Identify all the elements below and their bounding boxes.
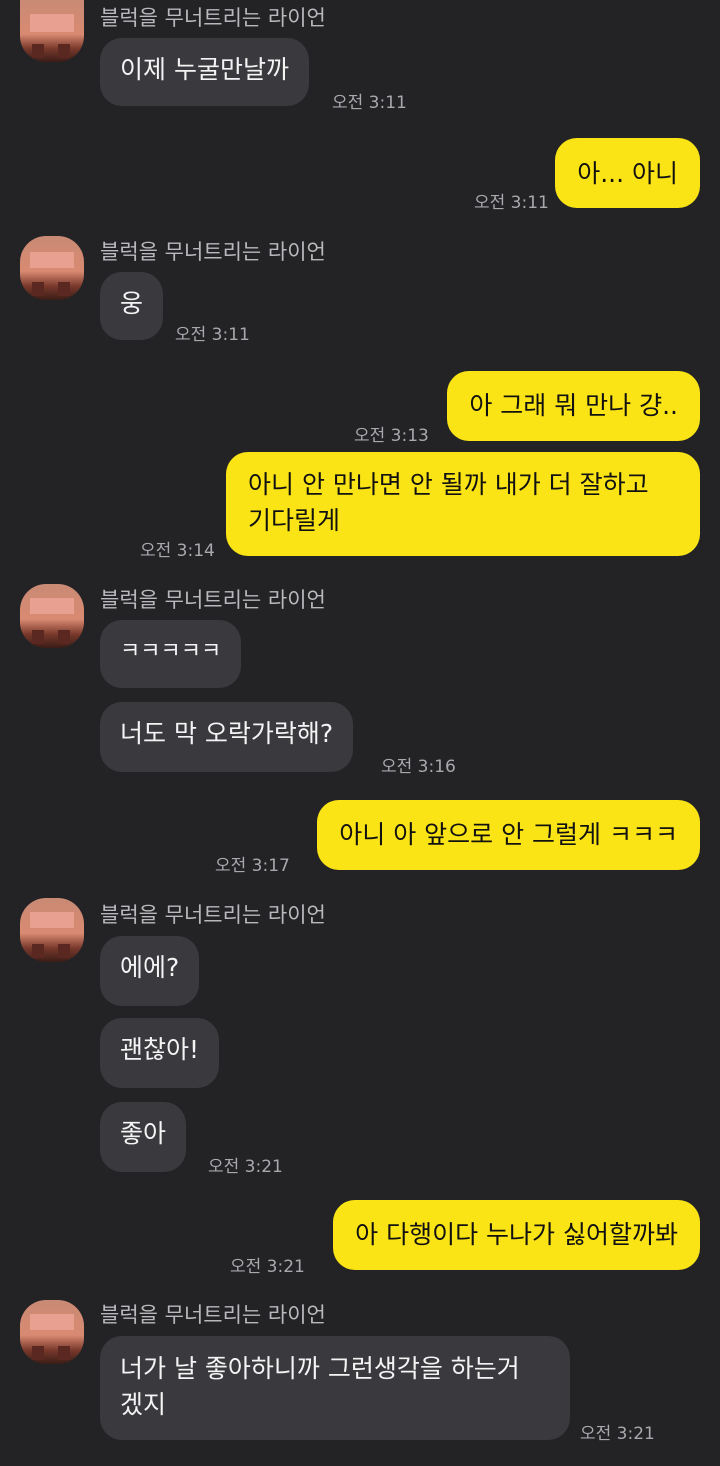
message-time: 오전 3:21 [580, 1424, 655, 1444]
message-time: 오전 3:17 [215, 856, 290, 876]
message-time: 오전 3:14 [140, 541, 215, 561]
sender-name: 블럭을 무너트리는 라이언 [100, 1303, 326, 1327]
message-bubble[interactable]: 에에? [100, 936, 200, 1006]
message-bubble[interactable]: 아니 안 만나면 안 될까 내가 더 잘하고 기다릴게 [226, 452, 700, 556]
message-time: 오전 3:11 [332, 93, 407, 113]
message-line: 너가 날 좋아하니까 그런생각을 하는거 [120, 1354, 520, 1383]
avatar[interactable] [20, 0, 84, 62]
message-bubble[interactable]: 아니 아 앞으로 안 그럴게 ㅋㅋㅋ [317, 800, 700, 870]
avatar[interactable] [20, 898, 84, 962]
message-time: 오전 3:21 [208, 1157, 283, 1177]
avatar[interactable] [20, 236, 84, 300]
message-bubble[interactable]: 너도 막 오락가락해? [100, 702, 354, 772]
message-bubble[interactable]: 좋아 [100, 1102, 187, 1172]
message-time: 오전 3:13 [354, 426, 429, 446]
message-line: 아니 안 만나면 안 될까 내가 더 잘하고 [248, 470, 649, 499]
message-bubble[interactable]: 웅 [100, 272, 164, 340]
message-line: 기다릴게 [248, 506, 341, 535]
message-bubble[interactable]: ㅋㅋㅋㅋㅋ [100, 620, 242, 688]
avatar[interactable] [20, 1300, 84, 1364]
sender-name: 블럭을 무너트리는 라이언 [100, 588, 326, 612]
message-time: 오전 3:11 [175, 325, 250, 345]
message-bubble[interactable]: 너가 날 좋아하니까 그런생각을 하는거 겠지 [100, 1336, 570, 1440]
avatar[interactable] [20, 584, 84, 648]
message-time: 오전 3:16 [381, 757, 456, 777]
message-bubble[interactable]: 이제 누굴만날까 [100, 38, 309, 106]
message-time: 오전 3:11 [474, 193, 549, 213]
message-bubble[interactable]: 아 다행이다 누나가 싫어할까봐 [333, 1200, 700, 1270]
message-bubble[interactable]: 아 그래 뭐 만나 걍.. [447, 371, 700, 441]
message-time: 오전 3:21 [230, 1257, 305, 1277]
message-bubble[interactable]: 괜찮아! [100, 1018, 220, 1088]
sender-name: 블럭을 무너트리는 라이언 [100, 240, 326, 264]
message-bubble[interactable]: 아... 아니 [555, 138, 700, 208]
message-line: 겠지 [120, 1390, 167, 1419]
sender-name: 블럭을 무너트리는 라이언 [100, 903, 326, 927]
sender-name: 블럭을 무너트리는 라이언 [100, 6, 326, 30]
